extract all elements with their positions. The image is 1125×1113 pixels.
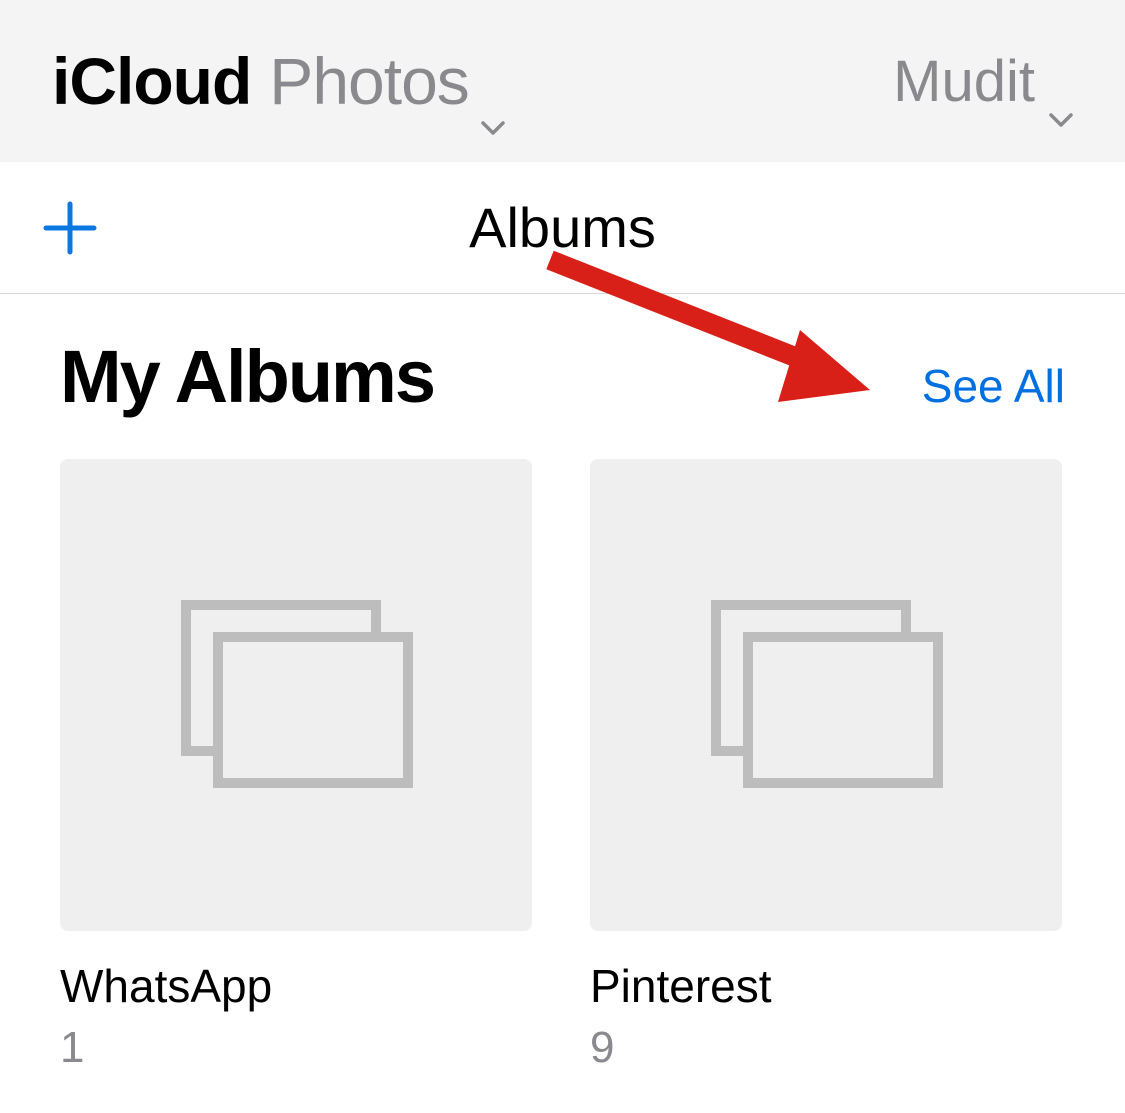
album-count: 9: [590, 1023, 1062, 1073]
user-label: Mudit: [893, 48, 1035, 115]
content-area: My Albums See All WhatsApp 1: [0, 294, 1125, 1113]
my-albums-title: My Albums: [60, 334, 434, 419]
album-item[interactable]: Pinterest 9: [590, 459, 1062, 1073]
add-album-button[interactable]: [42, 200, 98, 256]
album-count: 1: [60, 1023, 532, 1073]
album-thumbnail: [60, 459, 532, 931]
photos-stack-icon: [176, 595, 416, 795]
album-item[interactable]: WhatsApp 1: [60, 459, 532, 1073]
section-label: Photos: [269, 43, 468, 119]
user-dropdown[interactable]: Mudit: [893, 48, 1073, 115]
plus-icon: [42, 200, 98, 256]
album-name: Pinterest: [590, 959, 1062, 1013]
album-name: WhatsApp: [60, 959, 532, 1013]
header-left: iCloud Photos: [52, 43, 505, 119]
photos-stack-icon: [706, 595, 946, 795]
my-albums-header: My Albums See All: [60, 334, 1065, 419]
see-all-link[interactable]: See All: [922, 359, 1065, 413]
section-dropdown[interactable]: Photos: [269, 43, 504, 119]
albums-toolbar: Albums: [0, 162, 1125, 294]
toolbar-title: Albums: [469, 195, 656, 260]
app-name[interactable]: iCloud: [52, 43, 251, 119]
album-thumbnail: [590, 459, 1062, 931]
chevron-down-icon: [481, 74, 505, 88]
app-header: iCloud Photos Mudit: [0, 0, 1125, 162]
chevron-down-icon: [1049, 74, 1073, 88]
albums-grid: WhatsApp 1 Pinterest 9: [60, 459, 1065, 1073]
